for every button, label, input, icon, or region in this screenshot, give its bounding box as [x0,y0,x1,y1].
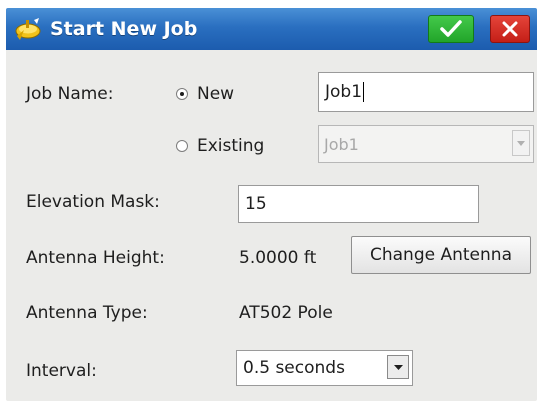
antenna-height-label: Antenna Height: [26,248,165,268]
elevation-mask-value: 15 [245,194,267,214]
existing-job-dropdown-arrow [512,130,530,156]
checkmark-icon [440,20,462,37]
close-button[interactable] [490,15,530,43]
job-name-label: Job Name: [26,84,114,104]
interval-dropdown-arrow[interactable] [387,355,409,379]
dialog-title: Start New Job [50,18,198,40]
close-icon [502,21,518,37]
title-bar: Start New Job [6,8,537,50]
elevation-mask-input[interactable]: 15 [238,185,479,223]
change-antenna-button[interactable]: Change Antenna [351,236,531,274]
existing-job-select: Job1 [318,125,534,163]
radio-new-label: New [197,84,235,104]
start-new-job-dialog: Start New Job Job Name: New Job1 Existin… [6,8,537,401]
interval-select[interactable]: 0.5 seconds [236,350,413,386]
radio-existing-label: Existing [197,136,265,156]
antenna-type-label: Antenna Type: [26,303,148,323]
text-caret [363,82,365,102]
antenna-height-value: 5.0000 ft [239,248,317,268]
radio-existing[interactable] [176,140,188,152]
chevron-down-icon [517,140,525,146]
radio-selected-dot [180,92,184,96]
chevron-down-icon [393,364,403,370]
radio-new[interactable] [176,88,188,100]
satellite-dish-icon [15,18,41,40]
interval-label: Interval: [26,361,97,381]
interval-value: 0.5 seconds [243,358,345,378]
elevation-mask-label: Elevation Mask: [26,192,160,212]
job-name-value: Job1 [325,82,363,102]
job-name-input[interactable]: Job1 [318,72,534,112]
antenna-type-value: AT502 Pole [239,303,333,323]
ok-button[interactable] [428,15,474,43]
existing-job-value: Job1 [324,134,359,154]
